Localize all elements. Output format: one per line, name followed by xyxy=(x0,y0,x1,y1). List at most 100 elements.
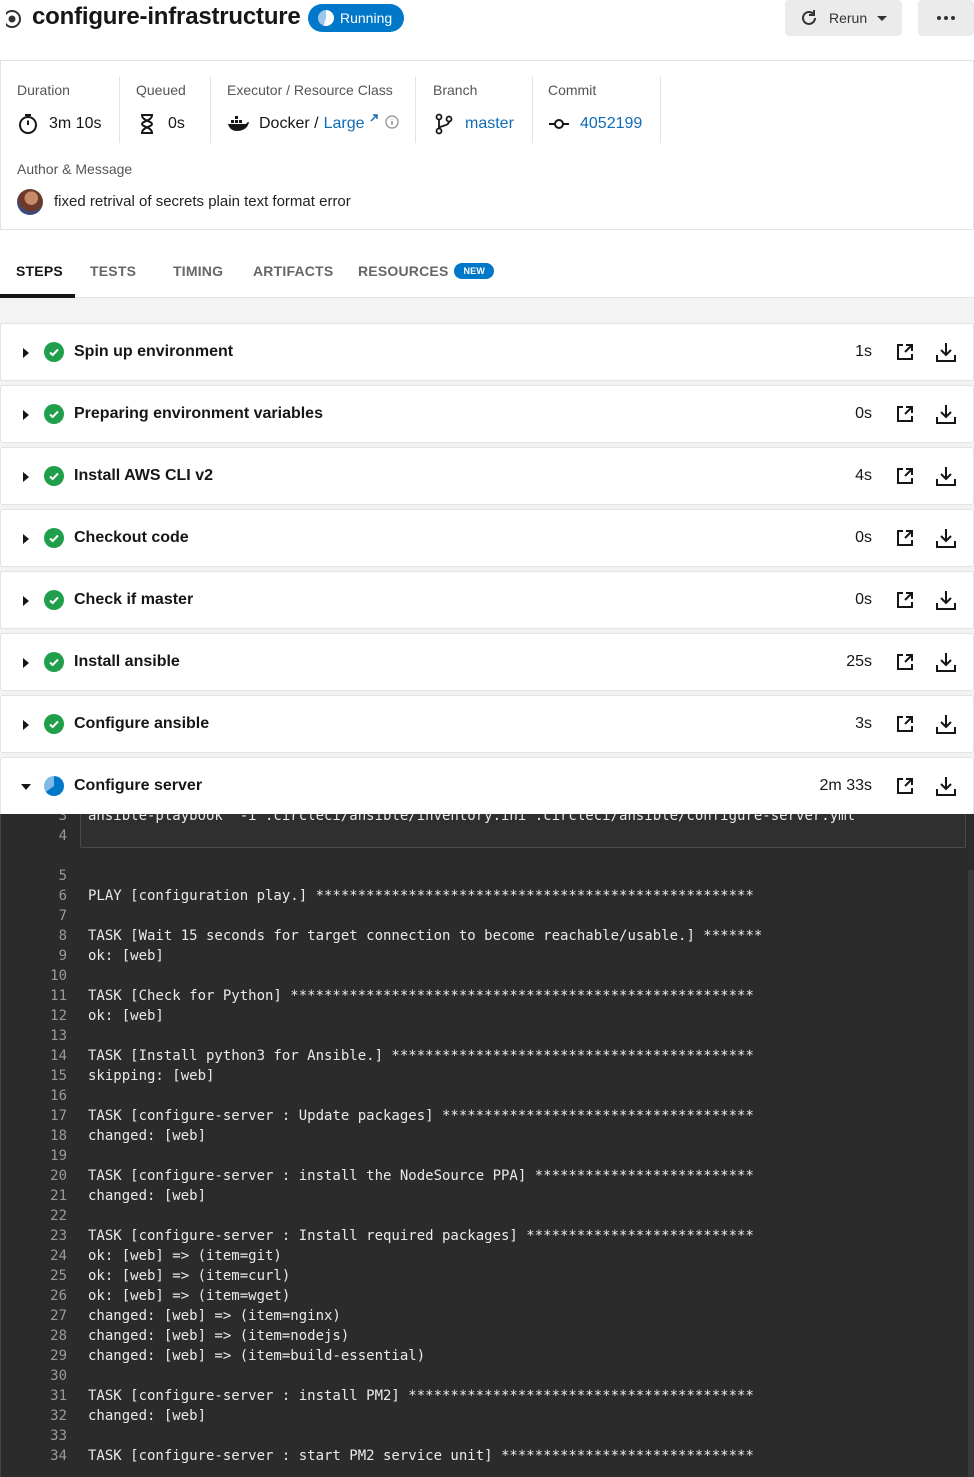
log-line: 18 changed: [web] xyxy=(1,1128,974,1148)
download-icon[interactable] xyxy=(935,651,957,678)
log-line: 5 xyxy=(1,868,974,888)
download-icon[interactable] xyxy=(935,465,957,492)
open-in-new-window-icon[interactable] xyxy=(895,714,915,739)
step-row[interactable]: Install AWS CLI v2 4s xyxy=(0,447,974,505)
open-in-new-window-icon[interactable] xyxy=(895,776,915,801)
step-row[interactable]: Configure server 2m 33s xyxy=(0,757,974,815)
job-header: configure-infrastructure Running Rerun xyxy=(0,0,974,60)
log-line: 31 TASK [configure-server : install PM2] … xyxy=(1,1388,974,1408)
open-in-new-window-icon[interactable] xyxy=(895,528,915,553)
branch-label: Branch xyxy=(433,82,478,98)
download-icon[interactable] xyxy=(935,527,957,554)
log-line: 30 xyxy=(1,1368,974,1388)
log-line: 11 TASK [Check for Python] **************… xyxy=(1,988,974,1008)
tab-timing[interactable]: TIMING xyxy=(173,263,223,279)
step-row[interactable]: Install ansible 25s xyxy=(0,633,974,691)
resource-class-link[interactable]: Large xyxy=(324,115,365,133)
author-label: Author & Message xyxy=(17,161,133,177)
line-number: 9 xyxy=(58,948,67,964)
download-icon[interactable] xyxy=(935,713,957,740)
step-duration: 25s xyxy=(846,653,872,670)
caret-right-icon[interactable] xyxy=(23,410,29,420)
branch-link[interactable]: master xyxy=(465,115,514,133)
log-text: TASK [configure-server : start PM2 servi… xyxy=(88,1448,754,1464)
caret-right-icon[interactable] xyxy=(23,720,29,730)
dot-icon xyxy=(951,16,955,20)
line-number: 21 xyxy=(50,1188,67,1204)
step-name: Install AWS CLI v2 xyxy=(74,467,213,484)
line-number: 33 xyxy=(50,1428,67,1444)
step-row[interactable]: Spin up environment 1s xyxy=(0,323,974,381)
divider xyxy=(660,77,661,143)
download-icon[interactable] xyxy=(935,341,957,368)
line-number: 16 xyxy=(50,1088,67,1104)
line-number: 13 xyxy=(50,1028,67,1044)
open-in-new-window-icon[interactable] xyxy=(895,590,915,615)
divider xyxy=(532,77,533,143)
tab-resources[interactable]: RESOURCES NEW xyxy=(358,263,495,279)
open-in-new-window-icon[interactable] xyxy=(895,466,915,491)
job-icon xyxy=(2,9,21,29)
tab-tests[interactable]: TESTS xyxy=(90,263,136,279)
line-number: 27 xyxy=(50,1308,67,1324)
log-text: changed: [web] xyxy=(88,1128,207,1144)
rerun-button[interactable]: Rerun xyxy=(785,0,902,36)
log-line: 23 TASK [configure-server : Install requi… xyxy=(1,1228,974,1248)
line-number: 34 xyxy=(50,1448,67,1464)
step-duration: 1s xyxy=(855,343,872,360)
divider xyxy=(119,77,120,143)
caret-right-icon[interactable] xyxy=(23,348,29,358)
log-text: changed: [web] => (item=nodejs) xyxy=(88,1328,350,1344)
caret-right-icon[interactable] xyxy=(23,596,29,606)
log-line: 33 xyxy=(1,1428,974,1448)
step-row[interactable]: Configure ansible 3s xyxy=(0,695,974,753)
log-text: changed: [web] xyxy=(88,1408,207,1424)
external-link-icon[interactable] xyxy=(369,110,379,128)
log-text: skipping: [web] xyxy=(88,1068,215,1084)
caret-down-icon[interactable] xyxy=(21,784,31,790)
info-icon[interactable] xyxy=(384,114,399,134)
log-line: 26 ok: [web] => (item=wget) xyxy=(1,1288,974,1308)
line-number: 11 xyxy=(50,988,67,1004)
log-text: TASK [configure-server : Update packages… xyxy=(88,1108,754,1124)
commit-icon xyxy=(548,113,570,135)
tab-artifacts[interactable]: ARTIFACTS xyxy=(253,263,333,279)
success-check-icon xyxy=(44,528,64,548)
log-line: 9 ok: [web] xyxy=(1,948,974,968)
download-icon[interactable] xyxy=(935,589,957,616)
scrollbar[interactable] xyxy=(968,870,974,1477)
log-line: 22 xyxy=(1,1208,974,1228)
job-info-panel: Duration 3m 10s Queued 0s Executor / Res… xyxy=(0,60,974,230)
step-row[interactable]: Preparing environment variables 0s xyxy=(0,385,974,443)
tab-resources-label: RESOURCES xyxy=(358,263,449,279)
step-duration: 0s xyxy=(855,529,872,546)
log-line: 8 TASK [Wait 15 seconds for target connec… xyxy=(1,928,974,948)
tab-steps[interactable]: STEPS xyxy=(16,263,63,279)
line-number: 28 xyxy=(50,1328,67,1344)
open-in-new-window-icon[interactable] xyxy=(895,404,915,429)
open-in-new-window-icon[interactable] xyxy=(895,342,915,367)
more-options-button[interactable] xyxy=(918,0,974,36)
log-line: 34 TASK [configure-server : start PM2 ser… xyxy=(1,1448,974,1468)
caret-right-icon[interactable] xyxy=(23,658,29,668)
dot-icon xyxy=(944,16,948,20)
line-number: 20 xyxy=(50,1168,67,1184)
log-line: 4 xyxy=(1,828,974,848)
line-number: 24 xyxy=(50,1248,67,1264)
step-row[interactable]: Check if master 0s xyxy=(0,571,974,629)
download-icon[interactable] xyxy=(935,775,957,802)
commit-link[interactable]: 4052199 xyxy=(580,115,642,133)
download-icon[interactable] xyxy=(935,403,957,430)
step-name: Checkout code xyxy=(74,529,189,546)
log-line: 3 ansible-playbook -i .circleci/ansible/i… xyxy=(1,814,974,828)
step-output-terminal[interactable]: 3 ansible-playbook -i .circleci/ansible/i… xyxy=(0,814,974,1477)
success-check-icon xyxy=(44,590,64,610)
caret-right-icon[interactable] xyxy=(23,534,29,544)
stopwatch-icon xyxy=(17,113,39,135)
open-in-new-window-icon[interactable] xyxy=(895,652,915,677)
step-row[interactable]: Checkout code 0s xyxy=(0,509,974,567)
caret-right-icon[interactable] xyxy=(23,472,29,482)
line-number: 29 xyxy=(50,1348,67,1364)
log-line: 29 changed: [web] => (item=build-essentia… xyxy=(1,1348,974,1368)
step-name: Spin up environment xyxy=(74,343,234,360)
